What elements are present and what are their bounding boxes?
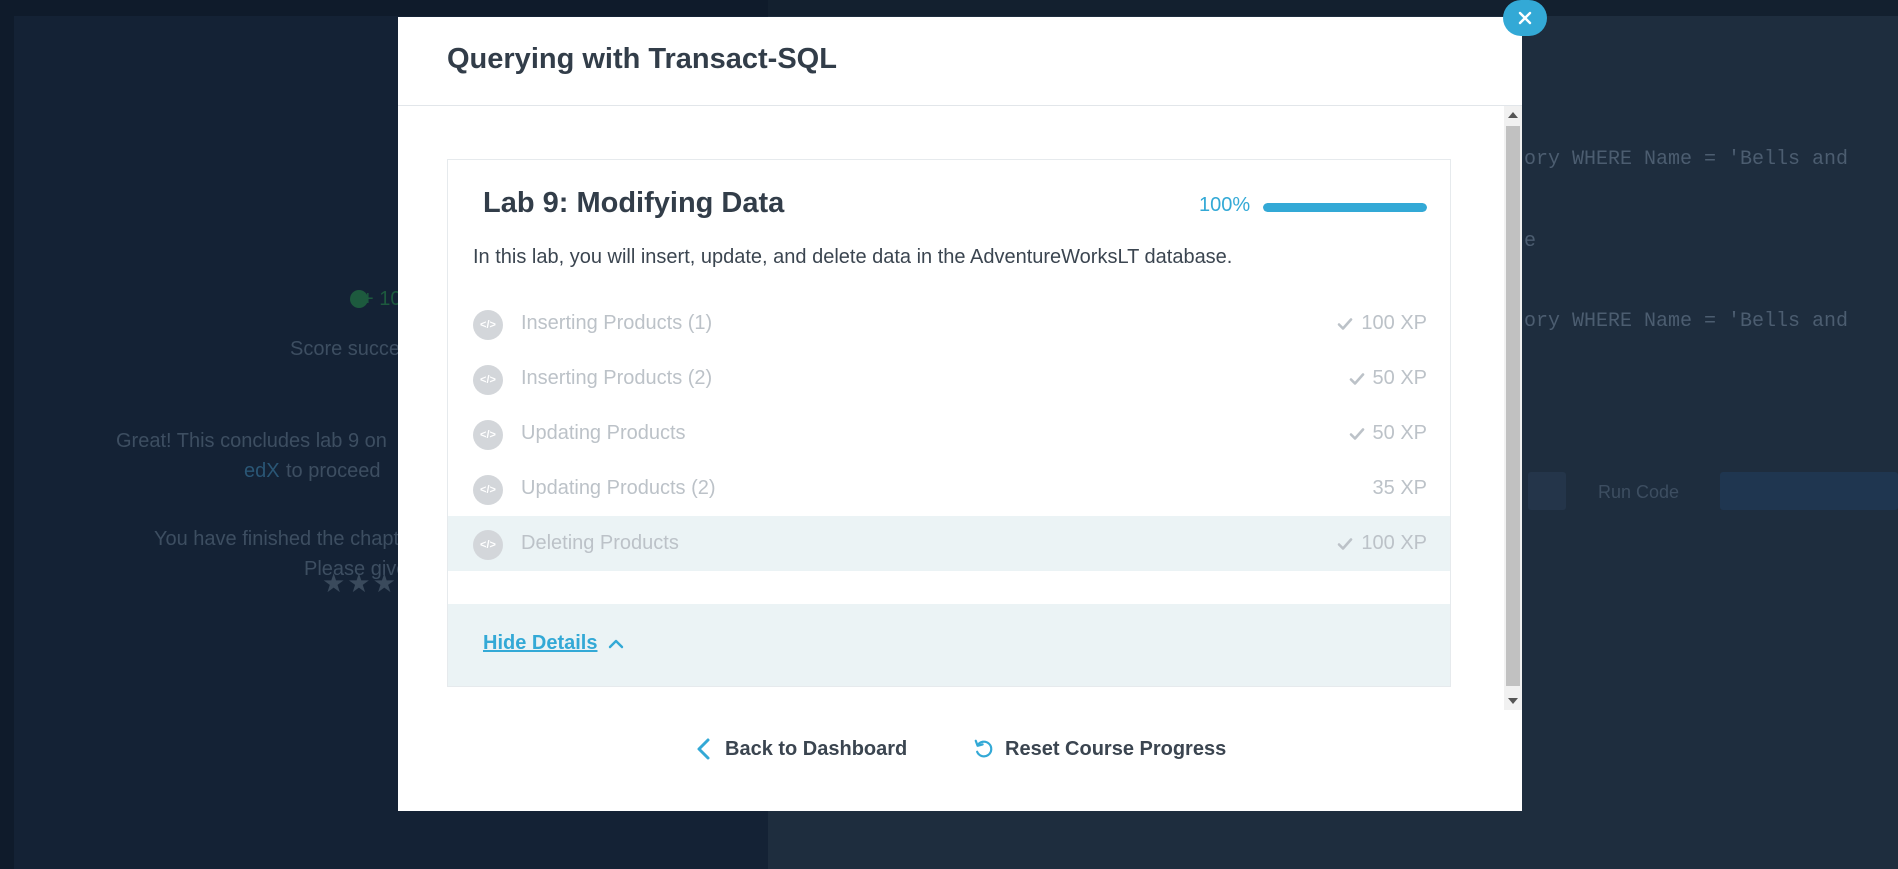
back-to-dashboard-label: Back to Dashboard [725, 737, 908, 760]
exercise-row[interactable]: </> Inserting Products (1) 100 XP [448, 296, 1450, 351]
lab-card: Lab 9: Modifying Data 100% In this lab, … [447, 159, 1451, 687]
modal-body: Lab 9: Modifying Data 100% In this lab, … [398, 106, 1502, 710]
bg-conclusion-text: Great! This concludes lab 9 on [116, 430, 387, 452]
chevron-left-icon [697, 738, 710, 760]
exercise-list: </> Inserting Products (1) 100 XP </> Insert… [448, 296, 1450, 571]
run-code-button: Run Code [1598, 482, 1680, 502]
bg-proceed-text: to proceed [286, 460, 381, 482]
details-bar: Hide Details [448, 604, 1450, 686]
reset-course-progress-label: Reset Course Progress [1005, 737, 1227, 760]
hide-details-link[interactable]: Hide Details [483, 632, 625, 655]
code-line: ory WHERE Name = 'Bells and [1524, 148, 1849, 171]
code-icon: </> [473, 365, 503, 395]
lab-description: In this lab, you will insert, update, an… [473, 246, 1233, 268]
reset-icon [974, 739, 993, 758]
exercise-xp: 100 XP [1337, 532, 1427, 555]
progress-bar-fill [1263, 203, 1427, 212]
chevron-up-icon [609, 639, 624, 648]
modal-header: Querying with Transact-SQL [398, 17, 1522, 106]
exercise-xp: 100 XP [1337, 312, 1427, 335]
check-icon [1349, 427, 1364, 440]
exercise-name: Updating Products (2) [521, 477, 716, 499]
exercise-row[interactable]: </> Deleting Products 100 XP [448, 516, 1450, 571]
exercise-xp-value: 50 XP [1372, 367, 1427, 389]
exercise-row[interactable]: </> Updating Products 50 XP [448, 406, 1450, 461]
check-icon [1338, 537, 1353, 550]
code-icon: </> [473, 530, 503, 560]
exercise-xp: 35 XP [1373, 477, 1427, 500]
exercise-xp-value: 35 XP [1372, 477, 1427, 499]
bg-xp-text: + 10 [362, 288, 402, 310]
rating-stars: ★★★ [322, 568, 398, 598]
close-icon [1518, 11, 1532, 25]
scroll-up-arrow[interactable] [1508, 112, 1518, 118]
back-to-dashboard-button[interactable]: Back to Dashboard [693, 737, 907, 761]
reset-code-button [1528, 472, 1566, 510]
scroll-thumb[interactable] [1506, 126, 1520, 686]
scroll-down-arrow[interactable] [1508, 698, 1518, 704]
bg-edx-link: edX [244, 460, 280, 482]
exercise-row[interactable]: </> Updating Products (2) 35 XP [448, 461, 1450, 516]
exercise-name: Inserting Products (1) [521, 312, 713, 334]
bg-score-text: Score succe [290, 338, 401, 360]
modal-footer: Back to Dashboard Reset Course Progress [398, 737, 1522, 787]
hide-details-label: Hide Details [483, 632, 598, 654]
progress-percent: 100% [1199, 194, 1251, 216]
close-button[interactable] [1503, 0, 1547, 36]
exercise-xp-value: 100 XP [1361, 312, 1427, 334]
bg-finished-text: You have finished the chapte [154, 528, 411, 550]
exercise-xp: 50 XP [1349, 422, 1427, 445]
code-icon: </> [473, 310, 503, 340]
exercise-xp-value: 100 XP [1361, 532, 1427, 554]
modal-scrollbar[interactable] [1504, 106, 1522, 710]
exercise-name: Deleting Products [521, 532, 679, 554]
code-icon: </> [473, 420, 503, 450]
check-icon [1338, 317, 1353, 330]
exercise-xp-value: 50 XP [1372, 422, 1427, 444]
exercise-name: Updating Products [521, 422, 686, 444]
check-icon [1349, 372, 1364, 385]
modal-title: Querying with Transact-SQL [447, 43, 837, 75]
lab-title: Lab 9: Modifying Data [483, 187, 785, 219]
exercise-name: Inserting Products (2) [521, 367, 713, 389]
code-icon: </> [473, 475, 503, 505]
code-line: e [1524, 230, 1537, 253]
progress-bar [1263, 203, 1427, 212]
reset-course-progress-button[interactable]: Reset Course Progress [973, 737, 1226, 761]
course-modal: Querying with Transact-SQL Lab 9: Modify… [398, 17, 1522, 811]
exercise-row[interactable]: </> Inserting Products (2) 50 XP [448, 351, 1450, 406]
code-line: ory WHERE Name = 'Bells and [1524, 310, 1849, 333]
exercise-xp: 50 XP [1349, 367, 1427, 390]
submit-button [1720, 472, 1898, 510]
